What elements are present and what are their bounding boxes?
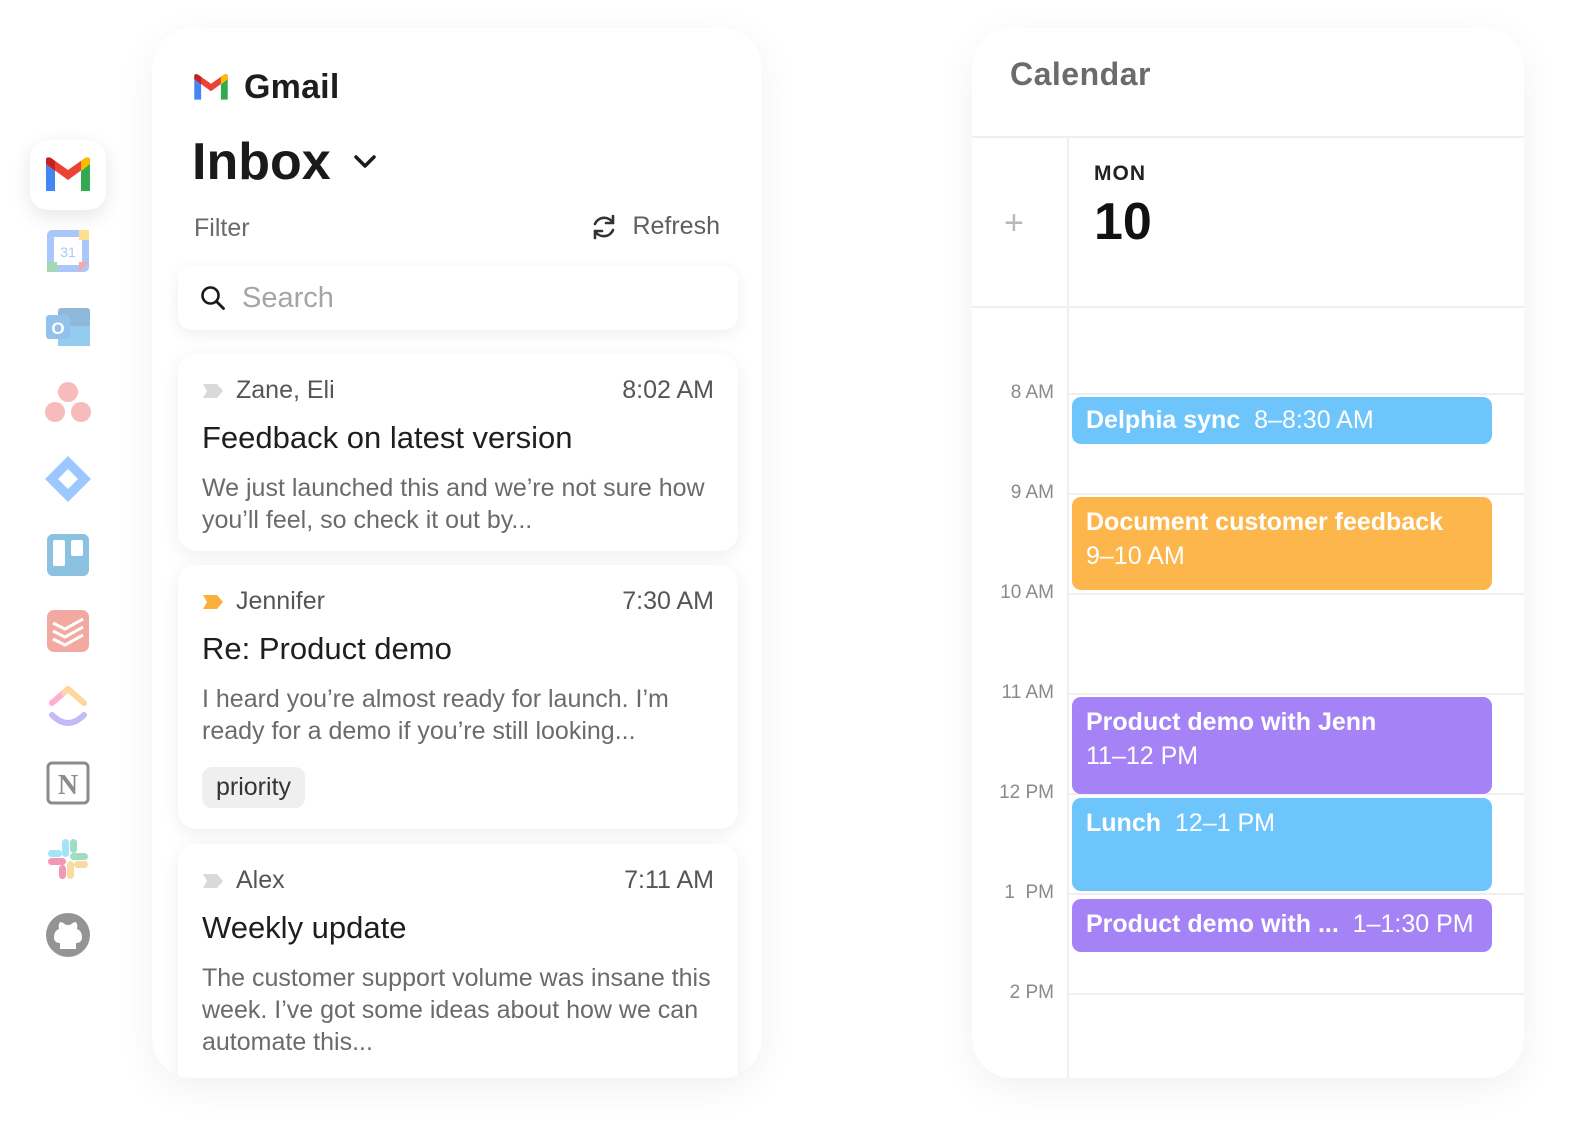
rail-asana[interactable] [30, 368, 106, 438]
hour-label: 2 PM [1009, 982, 1054, 1003]
email-subject: Re: Product demo [202, 631, 452, 666]
email-item[interactable]: Zane, Eli 8:02 AM Feedback on latest ver… [178, 354, 738, 551]
rail-jira[interactable] [30, 444, 106, 514]
email-time: 7:30 AM [622, 587, 714, 615]
rail-gmail[interactable] [30, 140, 106, 210]
email-preview: We just launched this and we’re not sure… [202, 474, 705, 534]
clickup-icon [49, 686, 87, 726]
notion-icon: N [46, 761, 90, 805]
chevron-down-icon[interactable] [353, 154, 377, 170]
importance-marker-icon[interactable] [202, 873, 224, 889]
importance-marker-icon[interactable] [202, 383, 224, 399]
hour-line [1069, 593, 1524, 595]
hour-line [1069, 493, 1524, 495]
hour-line [1069, 893, 1524, 895]
event-time: 11–12 PM [1086, 742, 1199, 770]
event-time: 9–10 AM [1086, 542, 1185, 570]
calendar-day-number: 10 [1094, 193, 1152, 251]
email-label-chip[interactable]: priority [202, 767, 306, 808]
rail-notion[interactable]: N [30, 748, 106, 818]
importance-marker-icon[interactable] [202, 594, 224, 610]
hour-line [1069, 993, 1524, 995]
email-preview: The customer support volume was insane t… [202, 964, 711, 1056]
hour-label: 1 PM [1004, 882, 1054, 903]
gmail-panel: Gmail Inbox Filter Refresh Search Zane, … [152, 28, 762, 1078]
email-subject: Feedback on latest version [202, 420, 573, 455]
folder-title: Inbox [192, 133, 331, 191]
calendar-panel: Calendar + MON 10 8 AM 9 AM 10 AM 11 AM … [972, 28, 1524, 1078]
event-title: Delphia sync [1086, 406, 1241, 434]
calendar-date-label: 31 [60, 244, 76, 260]
calendar-event[interactable]: Product demo with Jenn 11–12 PM [1072, 697, 1492, 794]
outlook-icon: O [46, 308, 90, 346]
hour-label: 8 AM [1010, 382, 1054, 403]
search-input[interactable] [240, 280, 704, 316]
hour-label: 9 AM [1010, 482, 1054, 503]
event-time: 8–8:30 AM [1254, 406, 1374, 434]
outlook-letter: O [51, 319, 64, 338]
email-item[interactable]: Jennifer 7:30 AM Re: Product demo I hear… [178, 565, 738, 829]
rail-clickup[interactable] [30, 672, 106, 742]
add-event-button[interactable]: + [1004, 204, 1024, 243]
calendar-day-of-week: MON [1094, 162, 1146, 185]
rail-slack[interactable] [30, 824, 106, 894]
filter-button[interactable]: Filter [194, 214, 250, 243]
event-title: Document customer feedback [1086, 508, 1444, 536]
hour-line [1069, 693, 1524, 695]
gmail-icon [46, 157, 90, 191]
event-title: Product demo with ... [1086, 910, 1339, 938]
refresh-button[interactable]: Refresh [590, 212, 720, 241]
hour-line [1069, 393, 1524, 395]
gmail-logo-icon [194, 74, 228, 100]
event-time: 12–1 PM [1174, 809, 1275, 837]
gmail-brand: Gmail [192, 68, 339, 107]
email-preview: I heard you’re almost ready for launch. … [202, 685, 669, 745]
gmail-brand-name: Gmail [244, 68, 340, 106]
folder-selector[interactable]: Inbox [192, 132, 377, 192]
email-sender: Zane, Eli [236, 376, 335, 404]
event-time: 1–1:30 PM [1352, 910, 1474, 938]
calendar-allday-divider [972, 306, 1524, 308]
calendar-title: Calendar [1010, 56, 1151, 92]
refresh-icon [594, 214, 615, 239]
rail-todoist[interactable] [30, 596, 106, 666]
email-subject: Weekly update [202, 910, 407, 945]
calendar-event[interactable]: Document customer feedback 9–10 AM [1072, 497, 1492, 590]
rail-github[interactable] [30, 900, 106, 970]
refresh-label: Refresh [632, 212, 720, 240]
github-icon [46, 913, 90, 957]
calendar-event[interactable]: Product demo with ... 1–1:30 PM [1072, 899, 1492, 952]
rail-outlook[interactable]: O [30, 292, 106, 362]
email-item[interactable]: Alex 7:11 AM Weekly update The customer … [178, 844, 738, 1078]
event-title: Lunch [1086, 809, 1161, 837]
calendar-event[interactable]: Delphia sync 8–8:30 AM [1072, 397, 1492, 444]
hour-label: 12 PM [999, 782, 1054, 803]
email-sender: Jennifer [236, 587, 325, 615]
event-title: Product demo with Jenn [1086, 708, 1377, 736]
calendar-gutter-divider [1067, 138, 1069, 1078]
todoist-icon [47, 610, 89, 652]
notion-letter: N [58, 770, 78, 801]
email-time: 8:02 AM [622, 376, 714, 404]
search-icon [201, 286, 225, 310]
calendar-event[interactable]: Lunch 12–1 PM [1072, 798, 1492, 891]
rail-google-calendar[interactable]: 31 [30, 216, 106, 286]
hour-label: 10 AM [1000, 582, 1054, 603]
trello-icon [47, 534, 89, 576]
google-calendar-icon: 31 [47, 230, 89, 272]
email-sender: Alex [236, 866, 285, 894]
hour-label: 11 AM [1001, 682, 1054, 703]
jira-icon [45, 456, 91, 502]
calendar-header-divider [972, 136, 1524, 138]
email-time: 7:11 AM [624, 866, 714, 894]
asana-icon [45, 382, 91, 422]
search-bar[interactable] [178, 266, 738, 330]
slack-icon [48, 839, 88, 879]
rail-trello[interactable] [30, 520, 106, 590]
